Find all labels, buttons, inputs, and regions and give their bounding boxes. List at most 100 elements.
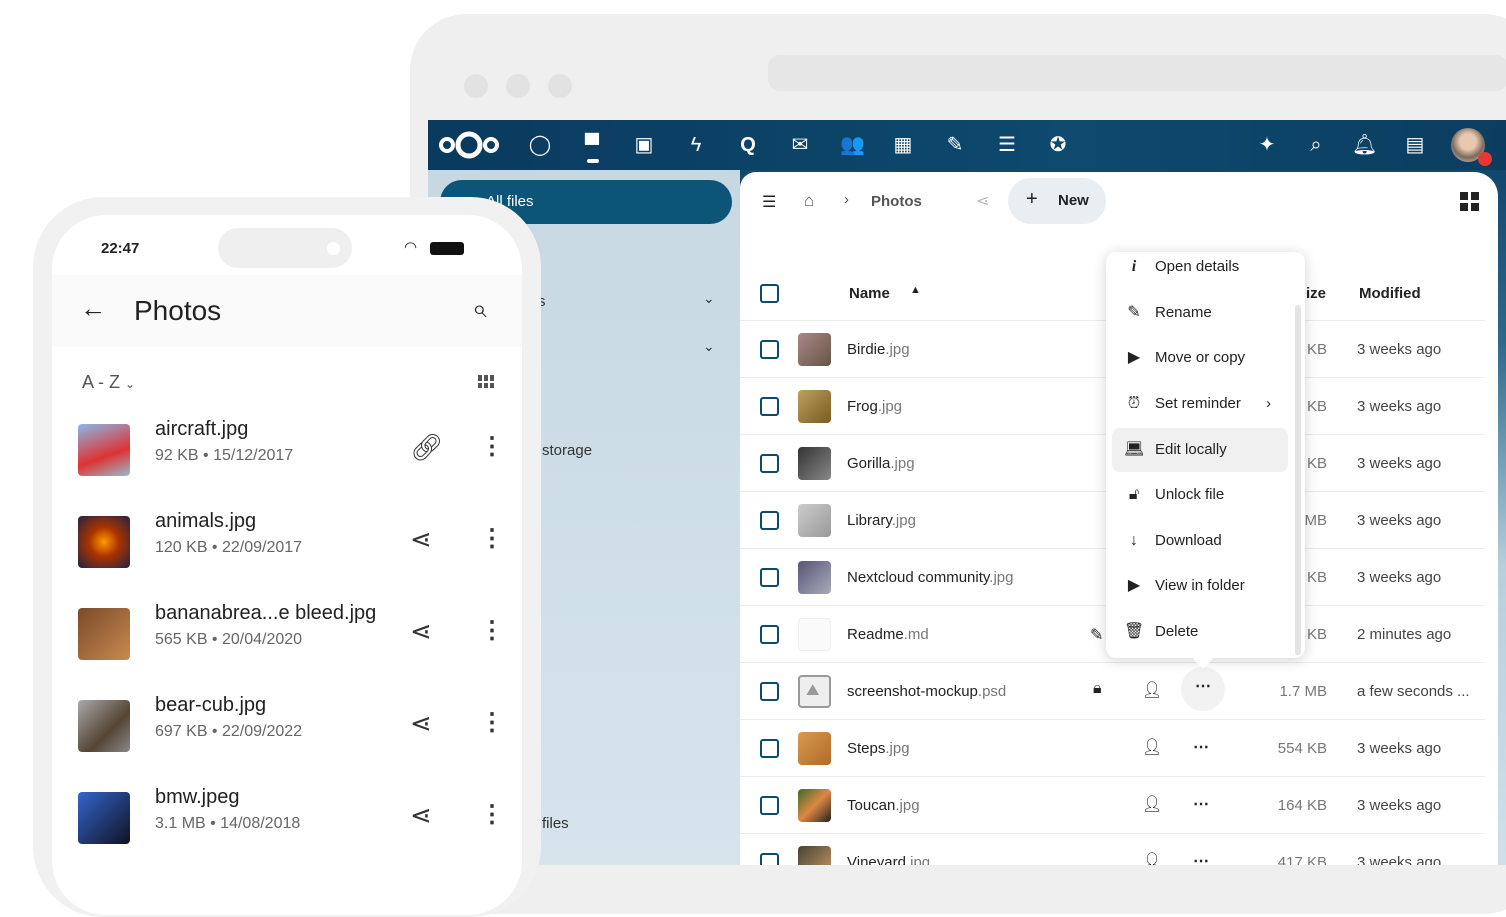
share-icon[interactable]: ⋖ <box>410 616 432 647</box>
share-icon[interactable]: ⋖ <box>410 708 432 739</box>
nextcloud-logo[interactable] <box>436 129 502 161</box>
row-checkbox[interactable] <box>760 568 779 587</box>
notes-icon[interactable]: ✎ <box>943 133 967 157</box>
column-name[interactable]: Name <box>849 285 890 302</box>
talk-icon[interactable]: Q <box>736 133 760 157</box>
activity-icon[interactable]: ϟ <box>684 133 708 157</box>
assistant-icon[interactable]: ✦ <box>1255 133 1279 157</box>
column-size[interactable]: ize <box>1306 285 1326 302</box>
photos-icon[interactable]: ▣ <box>632 133 656 157</box>
grid-view-icon[interactable] <box>1460 192 1479 211</box>
share-user-icon[interactable]: 👤︎ <box>1142 680 1162 700</box>
share-icon[interactable]: ⋖ <box>410 524 432 555</box>
active-indicator <box>587 159 599 163</box>
nav-item-storage[interactable]: storage <box>542 442 592 459</box>
share-user-icon[interactable]: 👤︎ <box>1142 794 1162 814</box>
more-vert-icon[interactable]: ⋮ <box>480 616 504 645</box>
address-bar[interactable] <box>768 55 1506 91</box>
phone-list-item[interactable]: bmw.jpeg 3.1 MB • 14/08/2018 ⋖ ⋮ <box>52 772 522 864</box>
file-name[interactable]: Library.jpg <box>847 512 916 529</box>
table-row[interactable]: Steps.jpg 👤︎ ⋯ 554 KB 3 weeks ago <box>740 720 1485 777</box>
chevron-down-icon[interactable]: ⌄ <box>703 338 715 355</box>
file-name[interactable]: Nextcloud community.jpg <box>847 569 1013 586</box>
row-checkbox[interactable] <box>760 739 779 758</box>
row-checkbox[interactable] <box>760 796 779 815</box>
row-checkbox[interactable] <box>760 340 779 359</box>
lock-icon[interactable]: 🔒︎ <box>1093 680 1102 698</box>
phone-screen: 22:47 ◠ ← Photos ⌕ A - Z ⌄ aircraft.jpg 9… <box>52 215 522 915</box>
more-actions-button[interactable]: ⋯ <box>1181 667 1225 711</box>
cospend-icon[interactable]: ✪ <box>1046 133 1070 157</box>
row-checkbox[interactable] <box>760 511 779 530</box>
breadcrumb-photos[interactable]: Photos <box>871 193 922 210</box>
more-vert-icon[interactable]: ⋮ <box>480 708 504 737</box>
dashboard-icon[interactable]: ◯ <box>528 133 552 157</box>
nav-item-files[interactable]: files <box>542 815 569 832</box>
row-checkbox[interactable] <box>760 853 779 865</box>
file-name[interactable]: Birdie.jpg <box>847 341 910 358</box>
search-icon[interactable]: ⌕ <box>1304 133 1328 157</box>
share-user-icon[interactable]: 👤︎ <box>1142 737 1162 757</box>
grid-view-icon[interactable] <box>478 375 494 388</box>
select-all-checkbox[interactable] <box>760 284 779 303</box>
calendar-icon[interactable]: ▦ <box>891 133 915 157</box>
new-button[interactable]: + New <box>1008 178 1106 224</box>
file-size: 1.7 MB <box>1279 683 1327 700</box>
share-user-icon[interactable]: 👤︎ <box>1142 851 1162 865</box>
edit-lock-icon[interactable]: ✎ <box>1090 625 1103 645</box>
mail-icon[interactable]: ✉ <box>788 133 812 157</box>
table-row[interactable]: ⛰ screenshot-mockup.psd 🔒︎ 👤︎ ⋯ 1.7 MB a few s… <box>740 663 1485 720</box>
phone-list-item[interactable]: animals.jpg 120 KB • 22/09/2017 ⋖ ⋮ <box>52 496 522 588</box>
file-modified: 3 weeks ago <box>1357 854 1442 865</box>
file-name[interactable]: Steps.jpg <box>847 740 910 757</box>
menu-item-download[interactable]: ↓ Download <box>1112 519 1288 563</box>
sort-dropdown[interactable]: A - Z ⌄ <box>82 372 135 393</box>
files-icon[interactable]: ▀ <box>580 133 604 157</box>
more-vert-icon[interactable]: ⋮ <box>480 800 504 829</box>
toggle-nav-icon[interactable]: ☰ <box>762 192 776 212</box>
menu-item-move-or-copy[interactable]: ▶ Move or copy <box>1112 336 1288 380</box>
file-name[interactable]: Vineyard.jpg <box>847 854 930 865</box>
menu-item-view-in-folder[interactable]: ▶ View in folder <box>1112 564 1288 608</box>
deck-icon[interactable]: ☰ <box>995 133 1019 157</box>
search-icon[interactable]: ⌕ <box>472 293 487 325</box>
file-name[interactable]: Toucan.jpg <box>847 797 920 814</box>
column-modified[interactable]: Modified <box>1359 285 1421 302</box>
row-checkbox[interactable] <box>760 625 779 644</box>
contacts-menu-icon[interactable]: ▤ <box>1403 133 1427 157</box>
back-arrow-icon[interactable]: ← <box>80 293 106 324</box>
file-name[interactable]: Readme.md <box>847 626 929 643</box>
menu-scrollbar[interactable] <box>1295 305 1301 655</box>
share-icon[interactable]: ⋖ <box>410 800 432 831</box>
more-vert-icon[interactable]: ⋮ <box>480 432 504 461</box>
file-thumbnail <box>798 447 831 480</box>
file-name[interactable]: Frog.jpg <box>847 398 902 415</box>
more-vert-icon[interactable]: ⋮ <box>480 524 504 553</box>
home-icon[interactable]: ⌂ <box>804 191 814 211</box>
phone-list-item[interactable]: bear-cub.jpg 697 KB • 22/09/2022 ⋖ ⋮ <box>52 680 522 772</box>
row-checkbox[interactable] <box>760 397 779 416</box>
menu-item-open-details[interactable]: i Open details <box>1112 245 1288 289</box>
menu-item-unlock-file[interactable]: 🔓︎ Unlock file <box>1112 473 1288 517</box>
menu-item-delete[interactable]: 🗑︎ Delete <box>1112 610 1288 654</box>
menu-item-rename[interactable]: ✎ Rename <box>1112 291 1288 335</box>
more-actions-button[interactable]: ⋯ <box>1193 794 1209 814</box>
file-modified: 3 weeks ago <box>1357 569 1442 586</box>
share-icon[interactable]: ⋖ <box>976 191 989 211</box>
row-checkbox[interactable] <box>760 454 779 473</box>
contacts-icon[interactable]: 👥 <box>840 133 865 157</box>
more-actions-button[interactable]: ⋯ <box>1193 851 1209 865</box>
row-checkbox[interactable] <box>760 682 779 701</box>
notifications-icon[interactable]: 🔔︎ <box>1352 133 1377 157</box>
more-actions-button[interactable]: ⋯ <box>1193 737 1209 757</box>
phone-list-item[interactable]: bananabrea...e bleed.jpg 565 KB • 20/04/2… <box>52 588 522 680</box>
file-name[interactable]: Gorilla.jpg <box>847 455 915 472</box>
link-icon[interactable]: 🔗︎ <box>410 432 443 463</box>
table-row[interactable]: Vineyard.jpg 👤︎ ⋯ 417 KB 3 weeks ago <box>740 834 1485 865</box>
file-name[interactable]: screenshot-mockup.psd <box>847 683 1006 700</box>
menu-item-edit-locally[interactable]: 💻︎ Edit locally <box>1112 427 1288 472</box>
menu-item-set-reminder[interactable]: ⏰︎ Set reminder › <box>1112 382 1288 426</box>
phone-list-item[interactable]: aircraft.jpg 92 KB • 15/12/2017 🔗︎ ⋮ <box>52 404 522 496</box>
chevron-down-icon[interactable]: ⌄ <box>703 290 715 307</box>
table-row[interactable]: Toucan.jpg 👤︎ ⋯ 164 KB 3 weeks ago <box>740 777 1485 834</box>
